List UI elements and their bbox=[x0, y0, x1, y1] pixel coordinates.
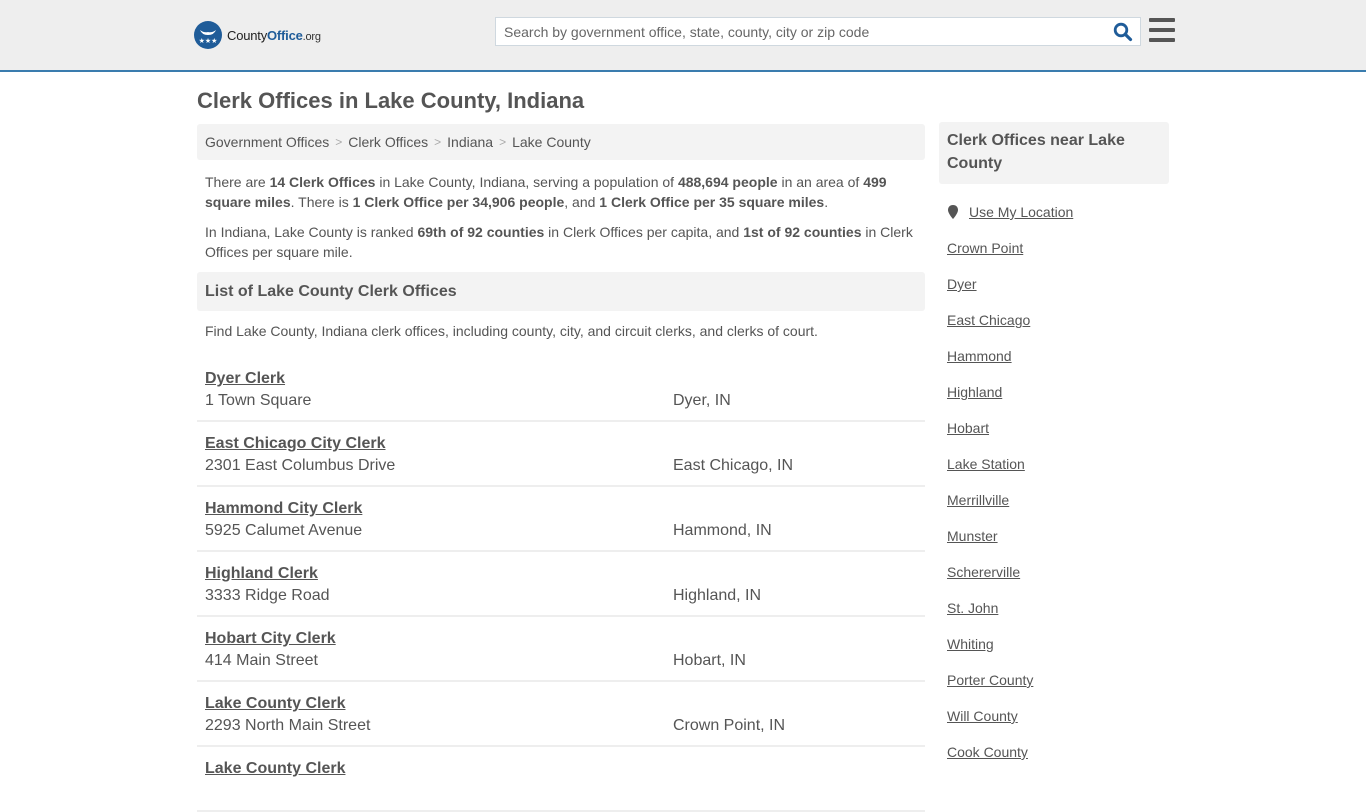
office-city: Crown Point, IN bbox=[673, 717, 786, 734]
office-link[interactable]: East Chicago City Clerk bbox=[205, 434, 386, 454]
svg-text:★★★: ★★★ bbox=[199, 37, 218, 45]
map-pin-icon bbox=[948, 205, 958, 219]
search-button[interactable] bbox=[1106, 18, 1140, 45]
breadcrumb-separator-icon: > bbox=[335, 135, 343, 149]
nearby-link-porter-county[interactable]: Porter County bbox=[947, 662, 1161, 698]
nearby-link-hammond[interactable]: Hammond bbox=[947, 338, 1161, 374]
office-link[interactable]: Hobart City Clerk bbox=[205, 629, 336, 649]
nearby-link-dyer[interactable]: Dyer bbox=[947, 266, 1161, 302]
nearby-link-merrillville[interactable]: Merrillville bbox=[947, 482, 1161, 518]
office-link[interactable]: Dyer Clerk bbox=[205, 369, 285, 389]
use-my-location: Use My Location bbox=[947, 200, 1161, 224]
office-item: East Chicago City Clerk 2301 East Columb… bbox=[197, 422, 925, 487]
site-header: ★★★ CountyOffice.org bbox=[0, 0, 1366, 72]
office-address: 414 Main Street bbox=[205, 652, 318, 669]
search-icon bbox=[1113, 22, 1133, 41]
office-item: Hobart City Clerk 414 Main Street Hobart,… bbox=[197, 617, 925, 682]
hamburger-menu-icon[interactable] bbox=[1149, 18, 1175, 42]
breadcrumb-government-offices[interactable]: Government Offices bbox=[205, 134, 329, 150]
sidebar-title: Clerk Offices near Lake County bbox=[939, 122, 1169, 184]
office-address: 3333 Ridge Road bbox=[205, 587, 330, 604]
search-input[interactable] bbox=[496, 18, 1106, 45]
intro-summary: There are 14 Clerk Offices in Lake Count… bbox=[205, 174, 887, 210]
office-address: 2301 East Columbus Drive bbox=[205, 457, 396, 474]
intro-text: There are 14 Clerk Offices in Lake Count… bbox=[197, 160, 925, 262]
office-link[interactable]: Highland Clerk bbox=[205, 564, 318, 584]
office-link[interactable]: Lake County Clerk bbox=[205, 759, 345, 779]
use-my-location-link[interactable]: Use My Location bbox=[969, 204, 1073, 220]
office-list: Dyer Clerk 1 Town Square Dyer, IN East Ch… bbox=[197, 357, 925, 812]
office-item: Lake County Clerk bbox=[197, 747, 925, 812]
page-title: Clerk Offices in Lake County, Indiana bbox=[197, 88, 585, 113]
office-item: Highland Clerk 3333 Ridge Road Highland, … bbox=[197, 552, 925, 617]
nearby-link-st-john[interactable]: St. John bbox=[947, 590, 1161, 626]
nearby-link-will-county[interactable]: Will County bbox=[947, 698, 1161, 734]
nearby-link-lake-station[interactable]: Lake Station bbox=[947, 446, 1161, 482]
logo-link[interactable]: ★★★ CountyOffice.org bbox=[194, 20, 321, 50]
breadcrumb-separator-icon: > bbox=[434, 135, 442, 149]
list-description: Find Lake County, Indiana clerk offices,… bbox=[205, 323, 818, 339]
office-city: Highland, IN bbox=[673, 587, 762, 604]
logo-text: CountyOffice.org bbox=[227, 27, 321, 43]
list-header: List of Lake County Clerk Offices bbox=[197, 272, 925, 311]
nearby-link-whiting[interactable]: Whiting bbox=[947, 626, 1161, 662]
office-city: Hobart, IN bbox=[673, 652, 746, 669]
nearby-link-highland[interactable]: Highland bbox=[947, 374, 1161, 410]
nearby-link-hobart[interactable]: Hobart bbox=[947, 410, 1161, 446]
breadcrumb-lake-county[interactable]: Lake County bbox=[512, 134, 591, 150]
nearby-link-cook-county[interactable]: Cook County bbox=[947, 734, 1161, 770]
office-city: Dyer, IN bbox=[673, 392, 731, 409]
office-address: 5925 Calumet Avenue bbox=[205, 522, 363, 539]
office-link[interactable]: Lake County Clerk bbox=[205, 694, 345, 714]
nearby-link-schererville[interactable]: Schererville bbox=[947, 554, 1161, 590]
office-address: 1 Town Square bbox=[205, 392, 312, 409]
office-link[interactable]: Hammond City Clerk bbox=[205, 499, 362, 519]
main-content: Government Offices > Clerk Offices > Ind… bbox=[197, 124, 925, 812]
office-item: Dyer Clerk 1 Town Square Dyer, IN bbox=[197, 357, 925, 422]
nearby-links: Crown Point Dyer East Chicago Hammond Hi… bbox=[947, 230, 1161, 770]
intro-ranking: In Indiana, Lake County is ranked 69th o… bbox=[205, 224, 913, 260]
office-city: Hammond, IN bbox=[673, 522, 772, 539]
breadcrumb-indiana[interactable]: Indiana bbox=[447, 134, 493, 150]
breadcrumb: Government Offices > Clerk Offices > Ind… bbox=[197, 124, 925, 160]
search-bar bbox=[495, 17, 1141, 46]
breadcrumb-clerk-offices[interactable]: Clerk Offices bbox=[348, 134, 428, 150]
office-city: East Chicago, IN bbox=[673, 457, 794, 474]
office-item: Lake County Clerk 2293 North Main Street… bbox=[197, 682, 925, 747]
office-address: 2293 North Main Street bbox=[205, 717, 371, 734]
office-item: Hammond City Clerk 5925 Calumet Avenue Ha… bbox=[197, 487, 925, 552]
nearby-link-east-chicago[interactable]: East Chicago bbox=[947, 302, 1161, 338]
nearby-link-crown-point[interactable]: Crown Point bbox=[947, 230, 1161, 266]
breadcrumb-separator-icon: > bbox=[499, 135, 507, 149]
eagle-logo-icon: ★★★ bbox=[194, 21, 222, 49]
sidebar: Clerk Offices near Lake County Use My Lo… bbox=[939, 122, 1169, 770]
nearby-link-munster[interactable]: Munster bbox=[947, 518, 1161, 554]
